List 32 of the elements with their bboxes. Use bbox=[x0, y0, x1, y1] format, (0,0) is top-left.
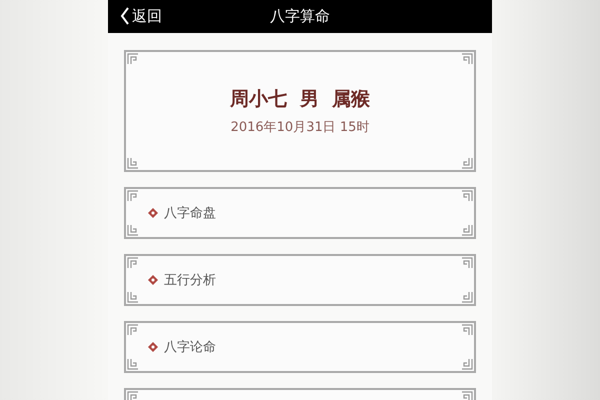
diamond-icon bbox=[148, 342, 158, 352]
corner-ornament-icon bbox=[461, 53, 473, 65]
birth-datetime: 2016年10月31日 15时 bbox=[230, 119, 370, 136]
corner-ornament-icon bbox=[461, 391, 473, 400]
corner-ornament-icon bbox=[127, 157, 139, 169]
menu-label: 五行分析 bbox=[164, 272, 216, 289]
menu-label: 八字论命 bbox=[164, 339, 216, 356]
corner-ornament-icon bbox=[127, 391, 139, 400]
corner-ornament-icon bbox=[127, 324, 139, 336]
menu-card[interactable]: 八字命盘 bbox=[124, 187, 476, 239]
menu-card[interactable]: 五行分析 bbox=[124, 254, 476, 306]
corner-ornament-icon bbox=[461, 291, 473, 303]
corner-ornament-icon bbox=[127, 224, 139, 236]
corner-ornament-icon bbox=[461, 224, 473, 236]
profile-name: 周小七 男 属猴 bbox=[230, 87, 370, 112]
corner-ornament-icon bbox=[127, 53, 139, 65]
back-button[interactable]: 返回 bbox=[116, 4, 166, 28]
corner-ornament-icon bbox=[461, 324, 473, 336]
page-title: 八字算命 bbox=[270, 7, 330, 26]
corner-ornament-icon bbox=[127, 190, 139, 202]
corner-ornament-icon bbox=[461, 257, 473, 269]
corner-ornament-icon bbox=[461, 190, 473, 202]
menu-label: 八字命盘 bbox=[164, 205, 216, 222]
chevron-left-icon bbox=[120, 7, 130, 25]
corner-ornament-icon bbox=[461, 358, 473, 370]
corner-ornament-icon bbox=[127, 291, 139, 303]
diamond-icon bbox=[148, 208, 158, 218]
corner-ornament-icon bbox=[461, 157, 473, 169]
menu-card[interactable]: 八字论命 bbox=[124, 321, 476, 373]
diamond-icon bbox=[148, 275, 158, 285]
corner-ornament-icon bbox=[127, 358, 139, 370]
corner-ornament-icon bbox=[127, 257, 139, 269]
